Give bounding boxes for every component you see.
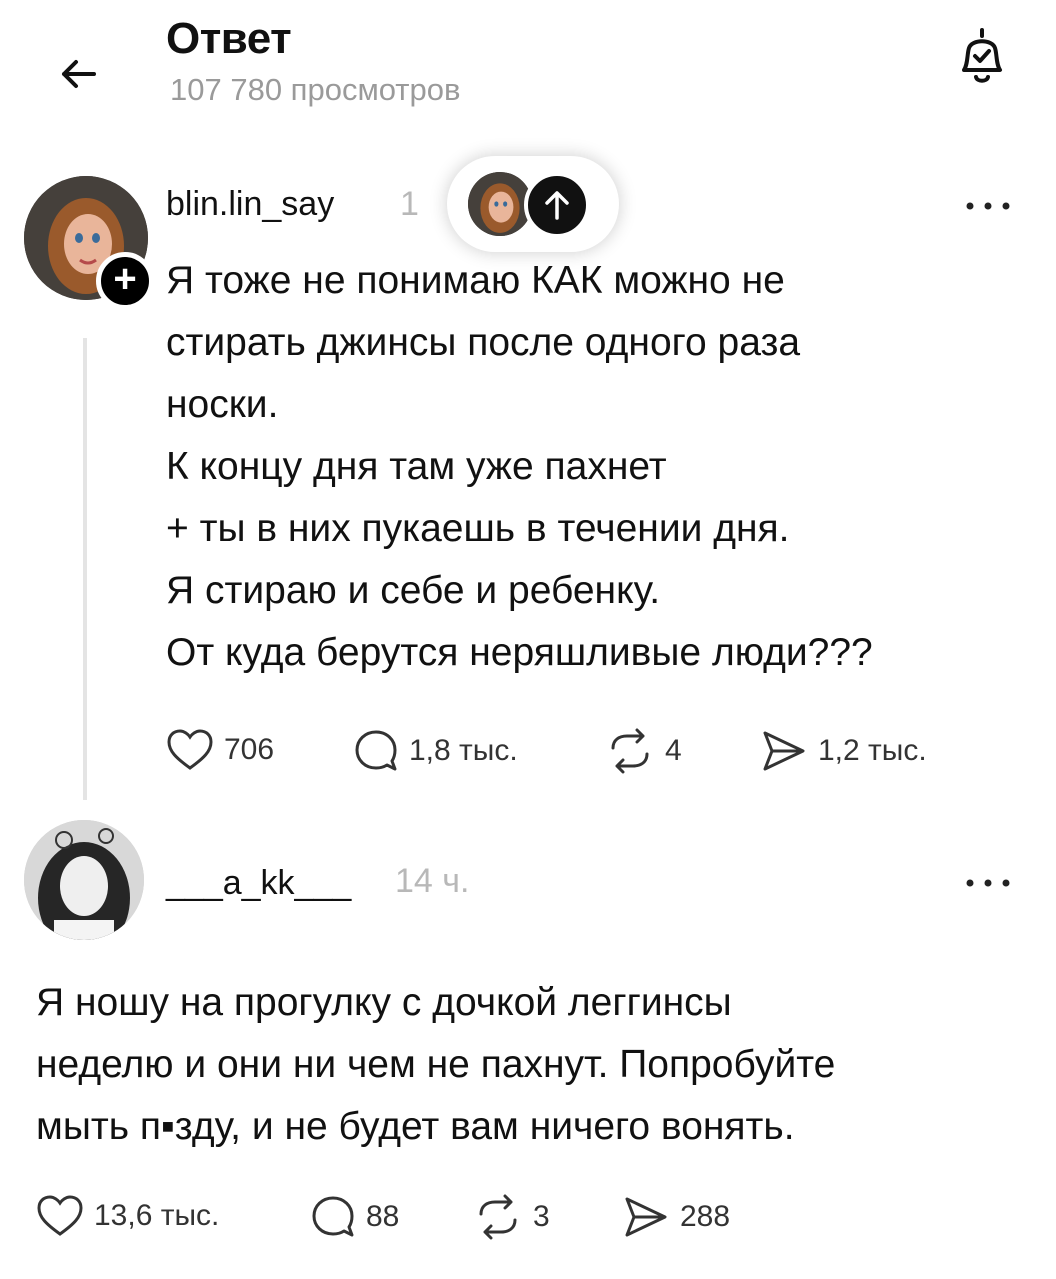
arrow-left-icon	[62, 60, 96, 88]
username[interactable]: blin.lin_say	[166, 185, 334, 224]
more-dots-icon	[966, 202, 1010, 210]
share-count: 1,2 тыс.	[818, 734, 927, 767]
post-text: Я ношу на прогулку с дочкой леггинсы нед…	[36, 972, 1026, 1158]
send-icon	[625, 1197, 667, 1237]
comment-icon	[355, 730, 397, 771]
reply-button[interactable]: 1,8 тыс.	[353, 728, 518, 774]
timestamp: 1	[400, 185, 419, 223]
like-count: 706	[224, 733, 275, 766]
more-dots-icon	[966, 879, 1010, 887]
reply-count: 88	[366, 1200, 400, 1233]
post-text-line: К концу дня там уже пахнет	[166, 445, 667, 488]
thread-line	[83, 338, 87, 800]
share-button[interactable]: 1,2 тыс.	[760, 728, 927, 774]
post-text-line: неделю и они ни чем не пахнут. Попробуйт…	[36, 1043, 836, 1086]
post-text-line: мыть п▪зду, и не будет вам ничего вонять…	[36, 1105, 795, 1148]
arrow-up-icon	[545, 191, 569, 220]
more-options-button[interactable]	[960, 873, 1016, 893]
send-icon	[763, 731, 805, 771]
post-text-line: Я ношу на прогулку с дочкой леггинсы	[36, 981, 732, 1024]
reply-count: 1,8 тыс.	[409, 734, 518, 767]
reply-button[interactable]: 88	[310, 1194, 399, 1240]
avatar[interactable]	[24, 820, 144, 940]
avatar-photo-image	[24, 820, 144, 940]
username[interactable]: ___a_kk___	[166, 864, 351, 903]
repost-icon	[479, 1194, 517, 1240]
repost-icon	[611, 728, 649, 774]
like-button[interactable]: 706	[166, 728, 274, 772]
heart-icon	[167, 729, 213, 770]
view-count: 107 780 просмотров	[170, 72, 461, 107]
notify-button[interactable]	[950, 22, 1014, 92]
like-count: 13,6 тыс.	[94, 1199, 220, 1232]
repost-button[interactable]: 3	[473, 1194, 550, 1240]
timestamp: 14 ч.	[395, 862, 470, 900]
post-text: Я тоже не понимаю КАК можно не стирать д…	[166, 250, 1006, 684]
post-text-line: От куда берутся неряшливые люди???	[166, 631, 873, 674]
post-text-line: стирать джинсы после одного раза	[166, 321, 801, 364]
pill-avatar	[468, 172, 532, 236]
avatar-doll-image	[468, 172, 532, 236]
share-button[interactable]: 288	[622, 1194, 730, 1240]
back-button[interactable]	[50, 30, 120, 100]
comment-icon	[312, 1196, 354, 1237]
heart-icon	[37, 1195, 83, 1236]
repost-button[interactable]: 4	[605, 728, 682, 774]
post-text-line: носки.	[166, 383, 279, 426]
repost-count: 4	[665, 734, 682, 767]
repost-count: 3	[533, 1200, 550, 1233]
post-text-line: Я стираю и себе и ребенку.	[166, 569, 661, 612]
scroll-up-button[interactable]	[524, 172, 590, 238]
page-title: Ответ	[166, 14, 292, 63]
like-button[interactable]: 13,6 тыс.	[36, 1194, 219, 1238]
post-text-line: Я тоже не понимаю КАК можно не	[166, 259, 785, 302]
post-text-line: + ты в них пукаешь в течении дня.	[166, 507, 790, 550]
share-count: 288	[680, 1200, 731, 1233]
bell-check-icon	[962, 28, 1002, 83]
more-options-button[interactable]	[960, 196, 1016, 216]
follow-button[interactable]: +	[96, 252, 154, 310]
